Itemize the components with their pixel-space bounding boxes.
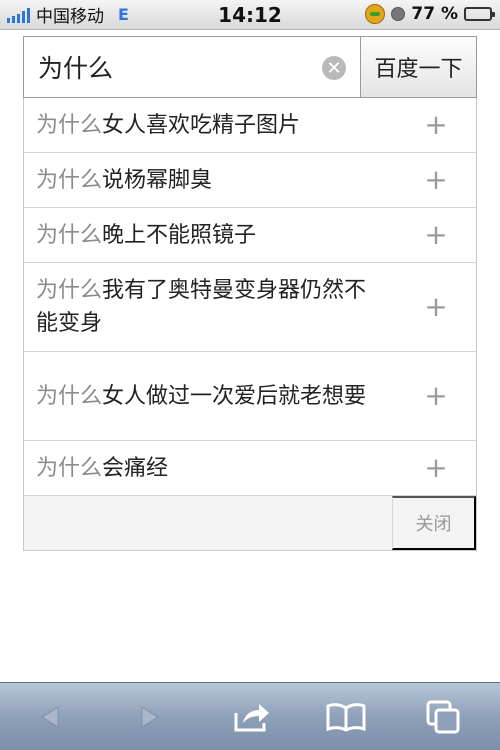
suggestion-rest: 女人喜欢吃精子图片	[102, 112, 301, 138]
signal-strength-icon	[7, 7, 30, 23]
suggestion-text: 为什么我有了奥特曼变身器仍然不能变身	[36, 274, 386, 340]
suggestion-rest: 女人做过一次爱后就老想要	[102, 383, 367, 409]
battery-percent: 77 %	[411, 4, 458, 24]
suggestion-item[interactable]: 为什么我有了奥特曼变身器仍然不能变身 +	[24, 263, 476, 352]
suggestion-prefix: 为什么	[36, 112, 103, 138]
suggestion-text: 为什么晚上不能照镜子	[36, 219, 396, 252]
suggestion-prefix: 为什么	[36, 167, 103, 193]
share-icon[interactable]	[232, 697, 272, 737]
search-bar: ✕ 百度一下	[23, 36, 477, 98]
suggestion-item[interactable]: 为什么女人做过一次爱后就老想要 +	[24, 352, 476, 441]
status-right: 77 %	[365, 4, 495, 24]
suggestion-item[interactable]: 为什么晚上不能照镜子 +	[24, 208, 476, 263]
search-input[interactable]	[24, 37, 314, 97]
plus-icon[interactable]: +	[424, 382, 448, 410]
back-arrow-icon[interactable]	[30, 697, 70, 737]
alarm-icon	[391, 7, 406, 21]
suggestion-text: 为什么会痛经	[36, 452, 396, 485]
suggestion-prefix: 为什么	[36, 222, 103, 248]
suggestion-list: 为什么女人喜欢吃精子图片 + 为什么说杨幂脚臭 + 为什么晚上不能照镜子 + 为…	[23, 98, 477, 551]
forward-arrow-icon[interactable]	[130, 697, 170, 737]
suggestion-rest: 会痛经	[102, 455, 169, 481]
suggestion-rest: 说杨幂脚臭	[102, 167, 213, 193]
close-suggestions-button[interactable]: 关闭	[392, 496, 476, 550]
suggestion-item[interactable]: 为什么说杨幂脚臭 +	[24, 153, 476, 208]
carrier-name: 中国移动	[36, 7, 104, 27]
tabs-icon[interactable]	[424, 697, 464, 737]
search-box: ✕	[23, 36, 360, 98]
plus-icon[interactable]: +	[424, 454, 448, 482]
suggestion-text: 为什么女人做过一次爱后就老想要	[36, 380, 386, 413]
browser-toolbar	[0, 682, 500, 750]
suggestion-text: 为什么说杨幂脚臭	[36, 164, 396, 197]
search-button[interactable]: 百度一下	[360, 36, 477, 98]
plus-icon[interactable]: +	[424, 111, 448, 139]
plus-icon[interactable]: +	[424, 293, 448, 321]
plus-icon[interactable]: +	[424, 221, 448, 249]
suggestion-prefix: 为什么	[36, 383, 103, 409]
suggestion-item[interactable]: 为什么女人喜欢吃精子图片 +	[24, 98, 476, 153]
suggestion-item[interactable]: 为什么会痛经 +	[24, 441, 476, 496]
bookmarks-icon[interactable]	[326, 697, 366, 737]
suggestion-prefix: 为什么	[36, 278, 103, 303]
suggestion-prefix: 为什么	[36, 455, 103, 481]
suggestion-text: 为什么女人喜欢吃精子图片	[36, 109, 396, 142]
status-bar: 中国移动 E 14:12 77 %	[0, 0, 500, 30]
plus-icon[interactable]: +	[424, 166, 448, 194]
suggestion-rest: 晚上不能照镜子	[102, 222, 257, 248]
network-type: E	[118, 5, 129, 24]
battery-icon	[464, 7, 495, 21]
suggestion-footer: 关闭	[24, 496, 476, 550]
app-status-icon	[365, 4, 386, 24]
clear-icon[interactable]: ✕	[322, 56, 346, 80]
